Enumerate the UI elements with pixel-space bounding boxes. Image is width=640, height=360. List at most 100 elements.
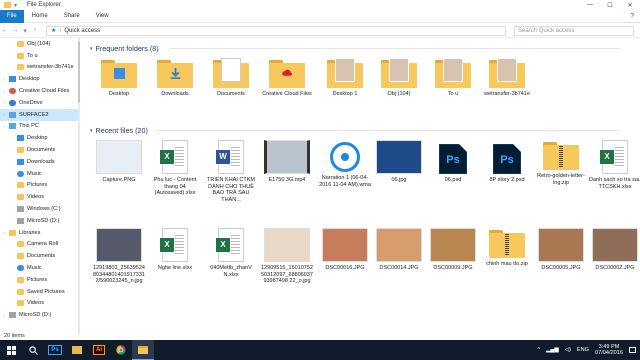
nav-item[interactable]: › This PC	[0, 121, 78, 133]
file-tile[interactable]: X Phu luc - Content thang 04 (Autosaved).…	[148, 140, 202, 197]
nav-item[interactable]: › OneDrive	[0, 97, 78, 109]
nav-item[interactable]: Saved Pictures	[0, 286, 78, 298]
recent-files-header[interactable]: ▾ Recent files (20)	[90, 126, 620, 135]
nav-item[interactable]: Pictures	[0, 274, 78, 286]
nav-scrollbar[interactable]	[78, 42, 80, 102]
nav-item[interactable]: Music	[0, 262, 78, 274]
folder-tile[interactable]: Documents	[204, 58, 258, 98]
audio-file-icon	[330, 142, 360, 172]
nav-item[interactable]: Desktop	[0, 132, 78, 144]
chrome-icon[interactable]	[110, 340, 132, 360]
nav-item[interactable]: To u	[0, 50, 78, 62]
recent-locations-icon[interactable]: ▾	[20, 27, 30, 35]
photoshop-icon[interactable]: Ps	[44, 340, 66, 360]
file-tile[interactable]: W TRIỂN KHAI CTKM DÀNH CHO THUÊ BAO TRẢ S…	[204, 140, 258, 203]
chevron-up-icon[interactable]: ^	[538, 347, 541, 353]
nav-item[interactable]: › SURFACE2	[0, 108, 78, 121]
file-tile[interactable]: chinh mau do.zip	[480, 228, 534, 268]
expand-icon[interactable]: ›	[2, 100, 6, 105]
search-icon[interactable]	[22, 340, 44, 360]
notifications-icon[interactable]	[629, 347, 636, 353]
file-tile[interactable]: Ps 8P story 2.psd	[480, 140, 534, 184]
up-button[interactable]: ↑	[30, 27, 40, 34]
file-tile[interactable]: Ps 06.psd	[426, 140, 480, 184]
nav-item[interactable]: wetransfer-3b741e	[0, 62, 78, 74]
clock[interactable]: 3:49 PM 07/04/2016	[595, 344, 623, 357]
language-indicator[interactable]: ENG	[577, 347, 589, 353]
file-tile[interactable]: DSC00014.JPG	[372, 228, 426, 272]
volume-icon[interactable]: ◁)	[565, 347, 571, 353]
expand-icon[interactable]: ›	[2, 230, 6, 235]
expand-icon[interactable]: ›	[2, 89, 6, 94]
nav-item[interactable]: › MicroSD (D:)	[0, 309, 78, 321]
file-tile[interactable]: X Danh sach so tra sau TTCSKH.xlsx	[588, 140, 640, 190]
illustrator-icon[interactable]: Ai	[88, 340, 110, 360]
frequent-folders-header[interactable]: ▾ Frequent folders (8)	[90, 44, 620, 53]
file-tile[interactable]: X 040Mettb_zhanV N.xlsx	[204, 228, 258, 278]
minimize-button[interactable]: —	[580, 0, 600, 10]
files-icon[interactable]	[66, 340, 88, 360]
forward-button[interactable]: →	[10, 27, 20, 34]
nav-item[interactable]: Videos	[0, 298, 78, 310]
search-input[interactable]: Search Quick access	[514, 25, 634, 36]
content-area: ▾ Frequent folders (8) Desktop Downloads D…	[82, 38, 640, 336]
explorer-icon[interactable]	[4, 1, 11, 8]
file-tile[interactable]: 12909515_1601075250312097_68806037939874…	[260, 228, 314, 285]
nav-item[interactable]: › Creative Cloud Files	[0, 85, 78, 97]
file-tile[interactable]: 12919803_25639524803448014019173312/5900…	[92, 228, 146, 285]
nav-item[interactable]: Documents	[0, 250, 78, 262]
file-explorer-icon[interactable]	[132, 340, 154, 360]
tab-share[interactable]: Share	[56, 10, 88, 23]
file-tile[interactable]: X Nghe line.xlsx	[148, 228, 202, 272]
expand-icon[interactable]: ›	[2, 112, 6, 117]
folder-tile[interactable]: Desktop 1	[318, 58, 372, 98]
windows-start-icon[interactable]	[0, 340, 22, 360]
nav-item[interactable]: Pictures	[0, 180, 78, 192]
help-icon[interactable]: ?	[630, 13, 634, 20]
address-bar[interactable]: ★ › Quick access	[46, 25, 506, 36]
file-tile[interactable]: Retro-golden-letter-ing.zip	[534, 140, 588, 186]
pictures-icon	[17, 276, 24, 283]
nav-item-label: Documents	[27, 147, 56, 154]
expand-icon[interactable]: ›	[2, 77, 6, 82]
file-tile[interactable]: DSC00002.JPG	[588, 228, 640, 272]
file-tile[interactable]: 06.jpg	[372, 140, 426, 184]
folder-tile[interactable]: To u	[426, 58, 480, 98]
dropdown-icon[interactable]: ▾	[14, 2, 17, 9]
tab-view[interactable]: View	[88, 10, 117, 23]
file-tile[interactable]: Capture.PNG	[92, 140, 146, 184]
this-pc-icon	[9, 123, 16, 130]
nav-item[interactable]: Downloads	[0, 156, 78, 168]
folder-tile[interactable]: Downloads	[148, 58, 202, 98]
file-tile[interactable]: DSC00016.JPG	[318, 228, 372, 272]
folder-tile[interactable]: Obj (104)	[372, 58, 426, 98]
folder-icon	[17, 40, 24, 47]
expand-icon[interactable]: ›	[2, 124, 6, 129]
file-tile[interactable]: Narration 1 (06-04-2016 11-04 AM).wma	[318, 140, 372, 188]
tab-file[interactable]: File	[0, 9, 24, 23]
tab-home[interactable]: Home	[24, 10, 56, 23]
file-label: 06.jpg	[391, 177, 407, 183]
expand-icon[interactable]: ›	[2, 313, 6, 318]
back-button[interactable]: ←	[0, 27, 10, 34]
network-icon[interactable]: ▂▄▆	[546, 347, 559, 353]
file-tile[interactable]: E1750 3G.mp4	[260, 140, 314, 184]
maximize-button[interactable]: ☐	[600, 0, 620, 10]
file-tile[interactable]: DSC00005.JPG	[534, 228, 588, 272]
folder-tile[interactable]: wetransfer-3b741e	[480, 58, 534, 98]
nav-item[interactable]: Videos	[0, 191, 78, 203]
nav-item[interactable]: Documents	[0, 144, 78, 156]
nav-item[interactable]: Obj (104)	[0, 38, 78, 50]
folder-tile[interactable]: Creative Cloud Files	[260, 58, 314, 98]
file-label: Narration 1 (06-04-2016 11-04 AM).wma	[319, 175, 371, 188]
nav-item[interactable]: Camera Roll	[0, 239, 78, 251]
ribbon-tabs: File Home Share View ?	[0, 9, 640, 23]
nav-item[interactable]: › Libraries	[0, 227, 78, 239]
nav-item[interactable]: Music	[0, 168, 78, 180]
nav-item[interactable]: Windows (C:)	[0, 203, 78, 215]
folder-tile[interactable]: Desktop	[92, 58, 146, 98]
file-tile[interactable]: DSC00009.JPG	[426, 228, 480, 272]
nav-item[interactable]: › Desktop	[0, 73, 78, 85]
close-button[interactable]: ✕	[620, 0, 640, 10]
nav-item[interactable]: MicroSD (D:)	[0, 215, 78, 227]
